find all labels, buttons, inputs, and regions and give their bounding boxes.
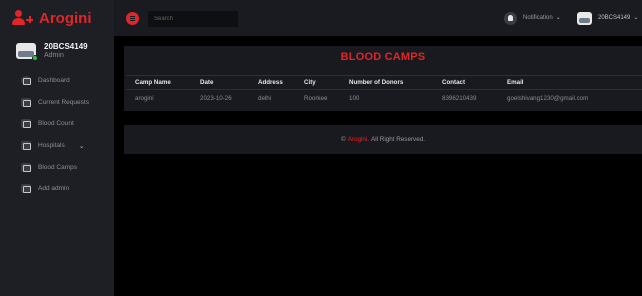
blood-camps-table: Camp Name Date Address City Number of Do… <box>126 75 642 108</box>
topbar: Notification⌄ 20BCS4149⌄ <box>114 0 642 36</box>
page-title: BLOOD CAMPS <box>340 51 426 63</box>
notification-dropdown[interactable]: Notification ⌄ <box>523 14 561 21</box>
column-header: City <box>295 75 340 90</box>
column-header: Camp Name <box>126 75 191 90</box>
table-cell: goelshivang1230@gmail.com <box>507 95 589 103</box>
grid-icon <box>21 119 31 129</box>
menu-toggle-button[interactable] <box>126 12 139 25</box>
footer-text: All Right Reserved. <box>371 136 425 143</box>
column-header: Number of Donors <box>340 75 433 90</box>
blood-donor-logo-icon <box>12 10 34 26</box>
avatar <box>16 43 38 61</box>
column-header: Date <box>191 75 249 90</box>
sidebar-item-label: Dashboard <box>38 77 70 85</box>
sidebar-item-add-admin[interactable]: Add admin <box>0 178 114 200</box>
online-status-dot <box>32 55 38 61</box>
footer: © Arogini. All Right Reserved. <box>124 125 642 154</box>
column-header: Address <box>249 75 295 90</box>
user-avatar[interactable] <box>577 12 592 25</box>
profile: 20BCS4149 Admin <box>0 36 114 62</box>
table-header-row: Camp Name Date Address City Number of Do… <box>126 75 642 90</box>
bell-icon[interactable] <box>504 12 517 25</box>
table-cell: 100 <box>349 95 360 103</box>
hospital-icon <box>21 141 31 151</box>
sidebar-item-current-requests[interactable]: Current Requests <box>0 92 114 114</box>
chevron-down-icon: ⌄ <box>555 15 561 21</box>
sidebar: Arogini 20BCS4149 Admin Dashboard Curren… <box>0 0 114 296</box>
profile-id: 20BCS4149 <box>44 42 88 51</box>
search-input[interactable] <box>148 11 238 27</box>
sidebar-item-label: Blood Camps <box>38 163 78 171</box>
table-cell: delhi <box>258 95 272 103</box>
column-header: Email <box>498 75 642 90</box>
table-cell: arogini <box>135 95 154 103</box>
sidebar-item-blood-count[interactable]: Blood Count <box>0 113 114 135</box>
blood-camps-card: BLOOD CAMPS Camp Name Date Address City … <box>124 46 642 111</box>
chevron-down-icon: ⌄ <box>633 15 639 21</box>
sidebar-item-label: Blood Count <box>38 120 74 128</box>
monitor-icon <box>21 97 31 107</box>
user-name: 20BCS4149 <box>598 15 631 21</box>
sidebar-item-hospitals[interactable]: Hospitals ⌄ <box>0 135 114 157</box>
brand[interactable]: Arogini <box>0 0 114 36</box>
sidebar-item-label: Hospitals <box>38 142 65 150</box>
user-dropdown[interactable]: 20BCS4149 ⌄ <box>598 14 638 21</box>
sidebar-item-label: Current Requests <box>38 98 89 106</box>
copyright-symbol: © <box>341 136 346 143</box>
sidebar-item-blood-camps[interactable]: Blood Camps <box>0 156 114 178</box>
column-header: Contact <box>433 75 498 90</box>
chart-icon <box>21 184 31 194</box>
footer-brand-link[interactable]: Arogini. <box>348 136 369 143</box>
sidebar-item-dashboard[interactable]: Dashboard <box>0 70 114 92</box>
table-row: arogini 2023-10-26 delhi Roorkee 100 839… <box>126 90 642 108</box>
notification-label: Notification <box>523 15 553 21</box>
camp-icon <box>21 162 31 172</box>
brand-name: Arogini <box>39 9 92 27</box>
table-cell: Roorkee <box>304 95 328 103</box>
chevron-down-icon[interactable]: ⌄ <box>79 142 85 150</box>
table-cell: 2023-10-26 <box>200 95 232 103</box>
dashboard-icon <box>21 76 31 86</box>
profile-role: Admin <box>44 52 64 59</box>
table-cell: 8396210439 <box>442 95 477 103</box>
sidebar-item-label: Add admin <box>38 185 70 193</box>
